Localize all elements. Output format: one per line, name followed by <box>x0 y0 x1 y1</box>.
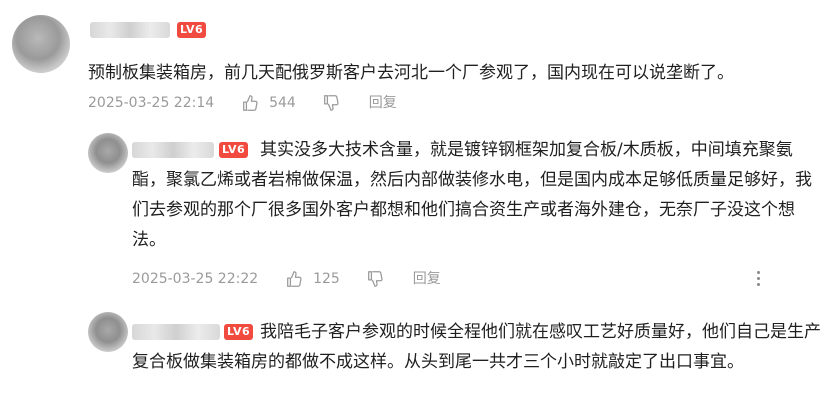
like-button[interactable]: 544 <box>241 92 296 114</box>
thumb-up-icon <box>242 95 258 111</box>
more-icon[interactable] <box>756 271 762 289</box>
comment-timestamp: 2025-03-25 22:22 <box>132 271 259 287</box>
thumb-up-icon <box>286 271 302 287</box>
avatar[interactable] <box>12 15 70 73</box>
thumb-down-icon <box>324 95 339 111</box>
reply-button[interactable]: 回复 <box>413 268 441 290</box>
comment-meta: 2025-03-25 22:22 125 回复 <box>132 268 441 290</box>
comment-text: 其实没多大技术含量，就是镀锌钢框架加复合板/木质板，中间填充聚氨酯，聚氯乙烯或者… <box>132 140 812 250</box>
username-redacted[interactable] <box>90 22 170 38</box>
dislike-button[interactable] <box>366 268 384 290</box>
like-count: 125 <box>313 271 340 287</box>
comment-timestamp: 2025-03-25 22:14 <box>88 95 215 111</box>
reply-button[interactable]: 回复 <box>369 92 397 114</box>
thumb-down-icon <box>368 271 383 287</box>
comment-text: 我陪毛子客户参观的时候全程他们就在感叹工艺好质量好，他们自己是生产复合板做集装箱… <box>132 322 821 372</box>
like-count: 544 <box>269 95 296 111</box>
avatar[interactable] <box>88 312 128 352</box>
dislike-button[interactable] <box>322 92 340 114</box>
level-badge: LV6 <box>177 22 207 38</box>
comment-text: 预制板集装箱房，前几天配俄罗斯客户去河北一个厂参观了，国内现在可以说垄断了。 <box>88 63 734 83</box>
like-button[interactable]: 125 <box>285 268 340 290</box>
comment-meta: 2025-03-25 22:14 544 回复 <box>88 92 397 114</box>
avatar[interactable] <box>88 133 128 173</box>
